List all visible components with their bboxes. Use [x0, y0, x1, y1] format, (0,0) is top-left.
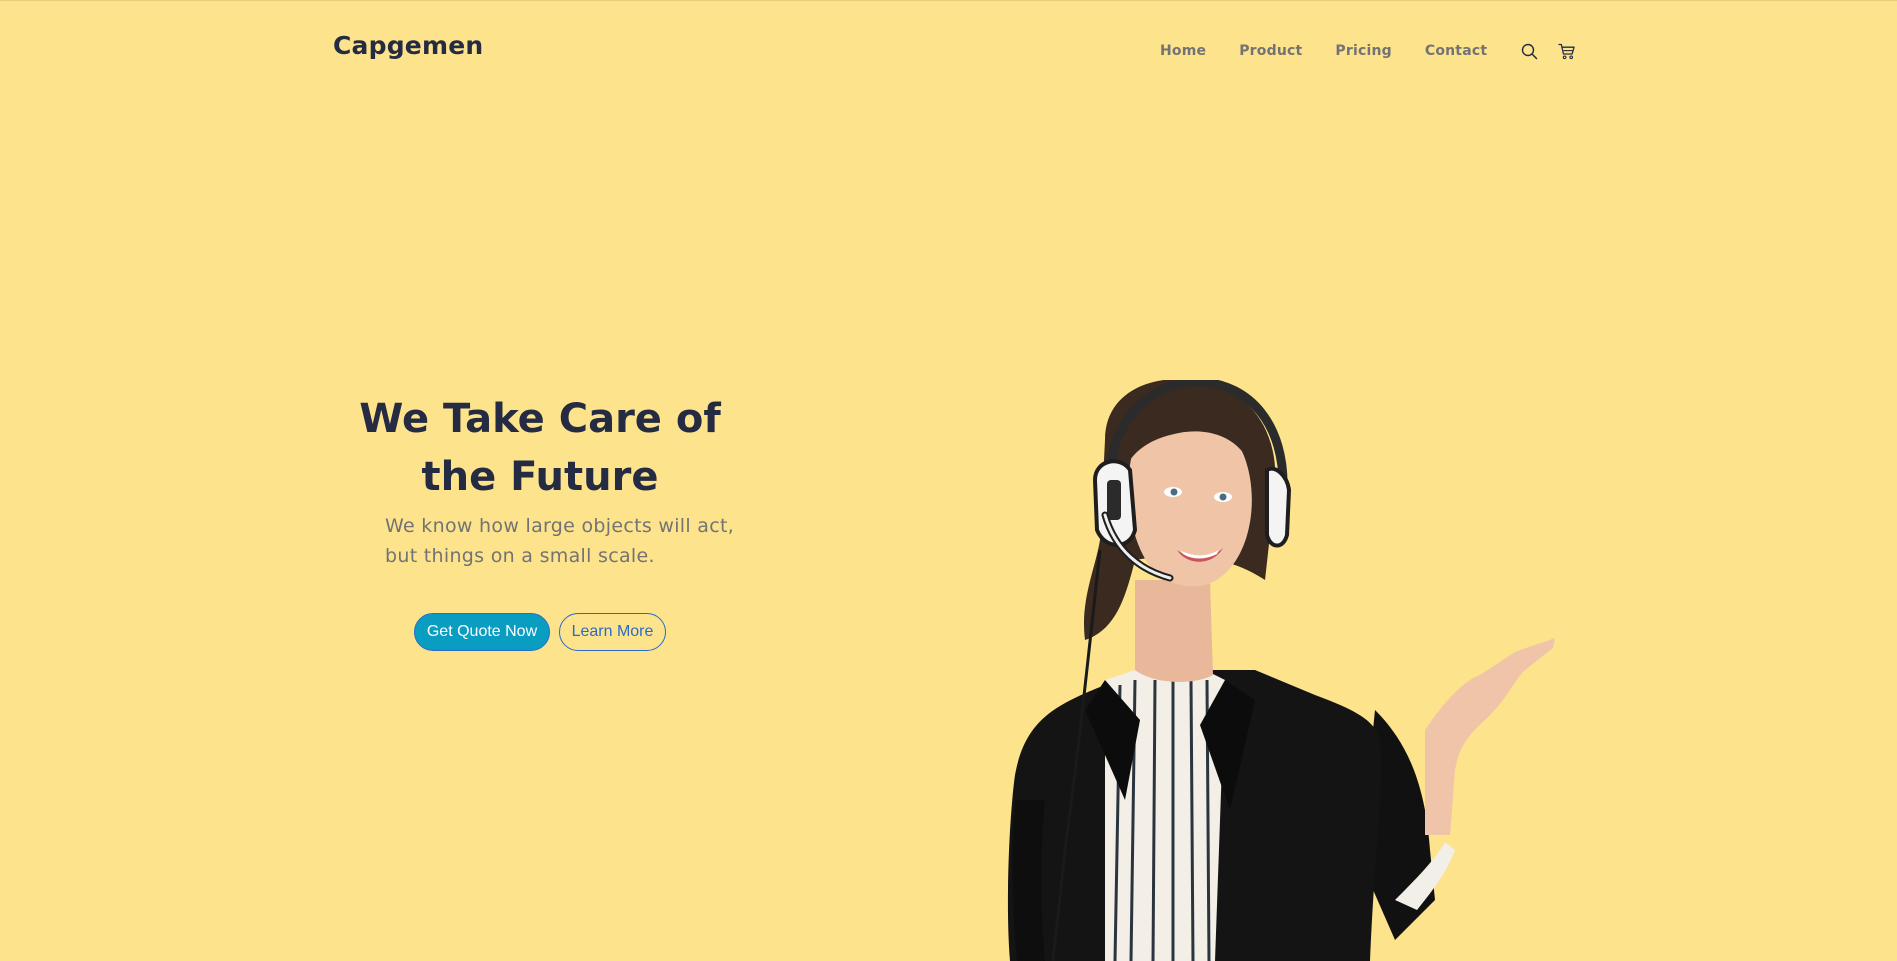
top-border [0, 0, 1897, 1]
hero-title: We Take Care of the Future [340, 390, 740, 506]
main-nav: Home Product Pricing Contact [1160, 40, 1577, 62]
learn-more-button[interactable]: Learn More [559, 613, 666, 651]
cart-icon[interactable] [1557, 41, 1577, 61]
hero-image-woman-with-headset [1007, 380, 1555, 961]
hero-title-line1: We Take Care of [359, 396, 721, 442]
nav-pricing[interactable]: Pricing [1335, 43, 1391, 59]
get-quote-button[interactable]: Get Quote Now [414, 613, 550, 651]
brand-logo[interactable]: Capgemen [333, 31, 483, 60]
landing-page: Capgemen Home Product Pricing Contact We… [0, 0, 1897, 961]
nav-contact[interactable]: Contact [1425, 43, 1487, 59]
nav-product[interactable]: Product [1239, 43, 1302, 59]
search-icon[interactable] [1519, 41, 1539, 61]
nav-home[interactable]: Home [1160, 43, 1206, 59]
hero-title-line2: the Future [421, 454, 659, 500]
hero-subtitle: We know how large objects will act, but … [385, 515, 735, 567]
